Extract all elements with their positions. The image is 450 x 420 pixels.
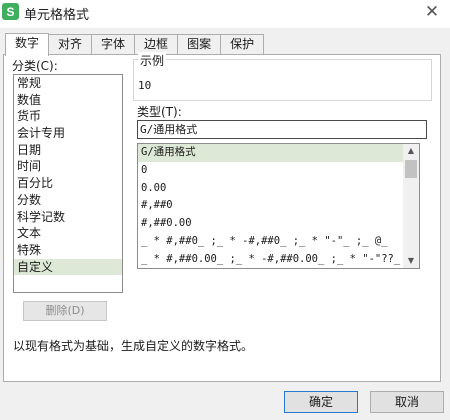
tab-protection[interactable]: 保护 [220,34,265,55]
format-item[interactable]: _ * #,##0_ ;_ * -#,##0_ ;_ * "-"_ ;_ @_ [138,233,419,251]
format-item[interactable]: #,##0 [138,197,419,215]
category-item[interactable]: 日期 [14,142,122,159]
scroll-thumb[interactable] [405,160,417,178]
close-icon[interactable]: ✕ [422,2,442,22]
format-list-scrollbar[interactable]: ▲ ▼ [403,144,419,268]
type-label: 类型(T): [137,105,182,119]
ok-button[interactable]: 确定 [284,391,358,413]
tab-strip: 数字 对齐 字体 边框 图案 保护 [5,33,265,56]
category-item-custom[interactable]: 自定义 [14,258,122,276]
tab-number[interactable]: 数字 [5,33,50,56]
app-logo-icon: S [2,3,19,20]
category-item[interactable]: 分数 [14,192,122,209]
format-item[interactable]: 0 [138,162,419,180]
type-input[interactable]: G/通用格式 [137,120,427,139]
format-item[interactable]: _ * #,##0.00_ ;_ * -#,##0.00_ ;_ * "-"??… [138,251,419,268]
format-list[interactable]: G/通用格式 0 0.00 #,##0 #,##0.00 _ * #,##0_ … [137,143,420,269]
category-item[interactable]: 特殊 [14,242,122,259]
category-list[interactable]: 常规 数值 货币 会计专用 日期 时间 百分比 分数 科学记数 文本 特殊 自定… [13,74,123,293]
sample-value: 10 [138,79,152,92]
description-text: 以现有格式为基础，生成自定义的数字格式。 [13,339,254,353]
tab-panel-number: 分类(C): 常规 数值 货币 会计专用 日期 时间 百分比 分数 科学记数 文… [3,52,441,382]
category-item[interactable]: 常规 [14,75,122,92]
tab-alignment[interactable]: 对齐 [48,34,93,55]
sample-label: 示例 [138,52,167,69]
cancel-button[interactable]: 取消 [370,391,444,413]
category-item[interactable]: 数值 [14,92,122,109]
category-item[interactable]: 会计专用 [14,125,122,142]
category-label: 分类(C): [12,59,58,73]
tab-pattern[interactable]: 图案 [177,34,222,55]
category-item[interactable]: 科学记数 [14,209,122,226]
format-item[interactable]: 0.00 [138,180,419,198]
sample-group [133,59,432,101]
category-item[interactable]: 百分比 [14,175,122,192]
scroll-down-icon[interactable]: ▼ [403,254,419,268]
category-item[interactable]: 时间 [14,158,122,175]
category-item[interactable]: 货币 [14,108,122,125]
tab-font[interactable]: 字体 [91,34,136,55]
window-title: 单元格格式 [24,8,90,23]
category-item[interactable]: 文本 [14,225,122,242]
scroll-up-icon[interactable]: ▲ [403,144,419,158]
format-item[interactable]: #,##0.00 [138,215,419,233]
format-item[interactable]: G/通用格式 [138,144,419,162]
title-bar: S 单元格格式 ✕ [0,0,450,28]
delete-button[interactable]: 删除(D) [23,301,107,321]
